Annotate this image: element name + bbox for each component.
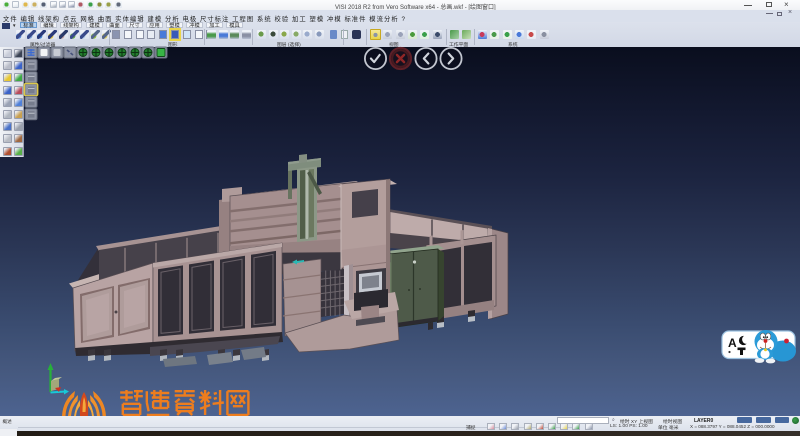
svg-text:A: A — [728, 336, 737, 350]
